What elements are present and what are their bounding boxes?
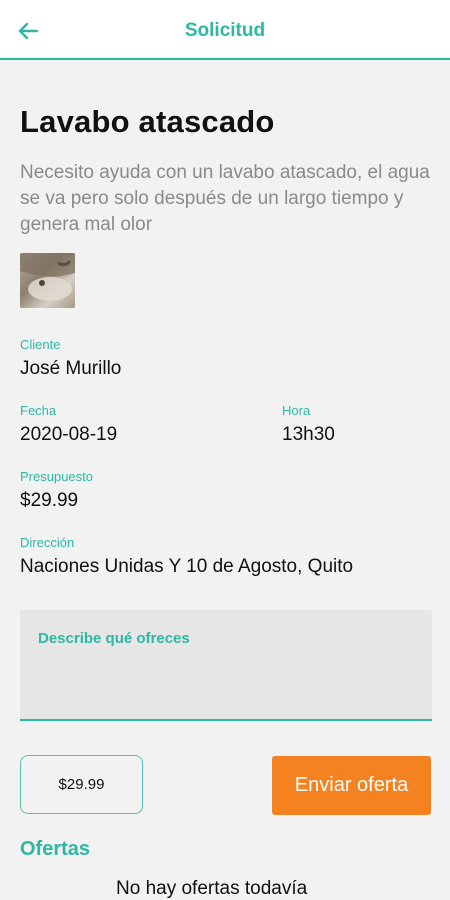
request-title: Lavabo atascado — [20, 104, 275, 139]
time-value: 13h30 — [282, 424, 335, 445]
page-title: Solicitud — [184, 20, 266, 41]
sink-photo-image — [20, 253, 75, 301]
offers-empty-message: No hay ofertas todavía — [116, 878, 308, 899]
request-description: Necesito ayuda con un lavabo atascado, e… — [20, 162, 430, 235]
offer-description-label: Describe qué ofreces — [38, 630, 190, 647]
address-label: Dirección — [20, 535, 75, 550]
app-bar: Solicitud — [0, 0, 450, 60]
date-label: Fecha — [20, 403, 57, 418]
offer-price-field[interactable]: $29.99 — [20, 755, 143, 814]
address-value: Naciones Unidas Y 10 de Agosto, Quito — [20, 556, 354, 577]
send-offer-button[interactable]: Enviar oferta — [272, 756, 431, 815]
budget-label: Presupuesto — [20, 469, 93, 484]
offers-heading: Ofertas — [20, 838, 91, 860]
request-photo-thumbnail[interactable] — [20, 253, 75, 308]
offer-description-field[interactable]: Describe qué ofreces — [20, 610, 432, 721]
date-value: 2020-08-19 — [20, 424, 118, 445]
client-value: José Murillo — [20, 358, 122, 379]
client-label: Cliente — [20, 337, 61, 352]
budget-value: $29.99 — [20, 490, 79, 511]
time-label: Hora — [282, 403, 311, 418]
